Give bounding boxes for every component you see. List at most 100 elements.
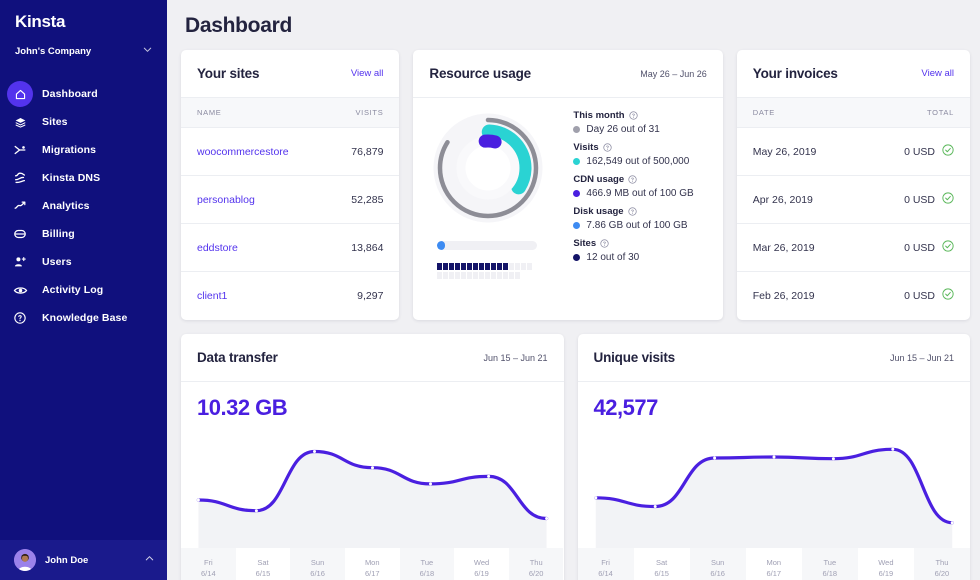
site-name[interactable]: personablog bbox=[197, 194, 255, 206]
x-tick-day: Thu bbox=[935, 558, 949, 567]
chart-area-fill bbox=[595, 449, 952, 548]
sidebar-item-activity-log[interactable]: Activity Log bbox=[0, 276, 167, 304]
help-icon[interactable] bbox=[627, 207, 637, 216]
sidebar-item-kinsta-dns[interactable]: Kinsta DNS bbox=[0, 164, 167, 192]
site-visits: 13,864 bbox=[351, 241, 384, 254]
sidebar-item-label: Sites bbox=[42, 116, 68, 128]
chart-data-point[interactable] bbox=[487, 474, 491, 478]
legend-dot bbox=[573, 254, 581, 261]
site-name[interactable]: woocommercestore bbox=[197, 146, 289, 158]
paid-check-icon bbox=[942, 287, 954, 305]
chart-data-point[interactable] bbox=[313, 450, 316, 453]
metric-value-wrap: 466.9 MB out of 100 GB bbox=[573, 188, 706, 199]
invoice-total: 0 USD bbox=[904, 290, 935, 302]
site-slot-dot bbox=[485, 271, 490, 279]
metric-label-wrap: This month bbox=[573, 110, 706, 121]
table-row[interactable]: Apr 26, 2019 0 USD bbox=[736, 176, 970, 224]
sidebar-item-migrations[interactable]: Migrations bbox=[0, 136, 167, 164]
table-row[interactable]: woocommercestore 76,879 bbox=[181, 128, 400, 176]
table-row[interactable]: Feb 26, 2019 0 USD bbox=[737, 272, 970, 320]
sidebar-item-label: Activity Log bbox=[42, 284, 104, 296]
chart-data-point[interactable] bbox=[429, 482, 432, 486]
table-row[interactable]: eddstore 13,864 bbox=[181, 224, 400, 272]
legend-dot bbox=[573, 222, 581, 229]
invoice-right: 0 USD bbox=[904, 191, 954, 209]
site-name[interactable]: client1 bbox=[197, 290, 227, 302]
resource-visuals bbox=[429, 110, 569, 279]
chart-data-point[interactable] bbox=[831, 457, 835, 461]
help-icon[interactable] bbox=[628, 175, 637, 184]
table-header: DATE TOTAL bbox=[736, 98, 970, 128]
x-tick-day: Sun bbox=[711, 558, 725, 567]
resource-usage-card: Resource usage May 26 – Jun 26 This mont… bbox=[413, 50, 723, 320]
site-slot-dot bbox=[449, 263, 454, 270]
chart-data-point[interactable] bbox=[712, 456, 716, 460]
help-icon[interactable] bbox=[600, 239, 609, 248]
sidebar-item-users[interactable]: Users bbox=[0, 248, 167, 276]
chart-svg bbox=[196, 449, 549, 548]
x-tick-date: 6/16 bbox=[310, 569, 325, 578]
legend-dot bbox=[573, 158, 581, 165]
x-axis-tick: Tue 6/18 bbox=[399, 548, 455, 580]
chart-data-point[interactable] bbox=[254, 509, 258, 513]
user-profile-bar[interactable]: John Doe bbox=[0, 540, 167, 580]
x-tick-date: 6/19 bbox=[878, 569, 894, 578]
invoice-date: Apr 26, 2019 bbox=[752, 193, 813, 206]
x-tick-day: Wed bbox=[878, 558, 894, 567]
chart-data-point[interactable] bbox=[950, 521, 954, 525]
x-tick-day: Mon bbox=[364, 558, 380, 567]
site-name[interactable]: eddstore bbox=[197, 242, 238, 254]
data-transfer-card: Data transfer Jun 15 – Jun 21 10.32 GB F… bbox=[181, 334, 564, 580]
table-row[interactable]: Mar 26, 2019 0 USD bbox=[736, 224, 970, 272]
company-name: John's Company bbox=[15, 45, 92, 57]
x-axis-tick: Sat 6/15 bbox=[235, 548, 291, 580]
resource-metrics: This month Day 26 out of 31 Visits 162,5… bbox=[569, 110, 706, 279]
kinsta-logo[interactable]: Kinsta bbox=[0, 0, 167, 32]
sidebar-item-knowledge-base[interactable]: Knowledge Base bbox=[0, 304, 167, 332]
chart-data-point[interactable] bbox=[890, 447, 894, 451]
sidebar-item-analytics[interactable]: Analytics bbox=[0, 192, 167, 220]
site-slot-dot bbox=[497, 271, 502, 279]
table-row[interactable]: May 26, 2019 0 USD bbox=[736, 128, 970, 176]
invoice-date: Feb 26, 2019 bbox=[752, 290, 815, 302]
chart-data-point[interactable] bbox=[593, 496, 597, 500]
paid-check-icon bbox=[942, 143, 954, 161]
site-visits: 76,879 bbox=[351, 145, 384, 158]
site-slot-dot bbox=[491, 263, 496, 270]
chart-data-point[interactable] bbox=[545, 517, 549, 520]
metric-value-wrap: Day 26 out of 31 bbox=[573, 124, 706, 135]
company-switcher[interactable]: John's Company bbox=[0, 32, 167, 60]
metric-value: 10.32 GB bbox=[197, 395, 288, 420]
card-title: Your invoices bbox=[752, 66, 838, 81]
chart-data-point[interactable] bbox=[196, 498, 200, 502]
metric-label-wrap: Sites bbox=[573, 238, 706, 249]
column-header-visits: VISITS bbox=[355, 108, 384, 117]
card-title: Unique visits bbox=[593, 350, 676, 365]
sidebar-item-dashboard[interactable]: Dashboard bbox=[0, 80, 167, 108]
page-title: Dashboard bbox=[185, 14, 292, 37]
chart-data-point[interactable] bbox=[772, 455, 776, 459]
metric-value-wrap: 162,549 out of 500,000 bbox=[573, 156, 706, 167]
x-tick-date: 6/20 bbox=[934, 569, 950, 578]
chart-data-point[interactable] bbox=[371, 466, 374, 470]
metric-label: CDN usage bbox=[573, 174, 625, 185]
table-row[interactable]: personablog 52,285 bbox=[181, 176, 400, 224]
site-slot-dot bbox=[509, 271, 514, 279]
x-axis-tick: Thu 6/20 bbox=[913, 548, 970, 580]
x-tick-day: Mon bbox=[766, 558, 782, 567]
chart-data-point[interactable] bbox=[653, 505, 657, 508]
metric-value: Day 26 out of 31 bbox=[586, 124, 660, 135]
help-icon[interactable] bbox=[629, 111, 638, 120]
sidebar-item-sites[interactable]: Sites bbox=[0, 108, 167, 136]
column-header-name: NAME bbox=[197, 108, 222, 117]
site-slot-dot bbox=[521, 263, 526, 270]
sidebar-item-label: Kinsta DNS bbox=[42, 172, 101, 184]
invoice-total: 0 USD bbox=[904, 193, 935, 206]
usage-donut-chart bbox=[433, 113, 543, 223]
help-icon[interactable] bbox=[602, 143, 612, 152]
view-all-invoices-link[interactable]: View all bbox=[921, 68, 954, 79]
table-row[interactable]: client1 9,297 bbox=[181, 272, 399, 320]
metric-label: Disk usage bbox=[573, 206, 624, 217]
sidebar-item-billing[interactable]: Billing bbox=[0, 220, 167, 248]
view-all-sites-link[interactable]: View all bbox=[351, 68, 384, 79]
